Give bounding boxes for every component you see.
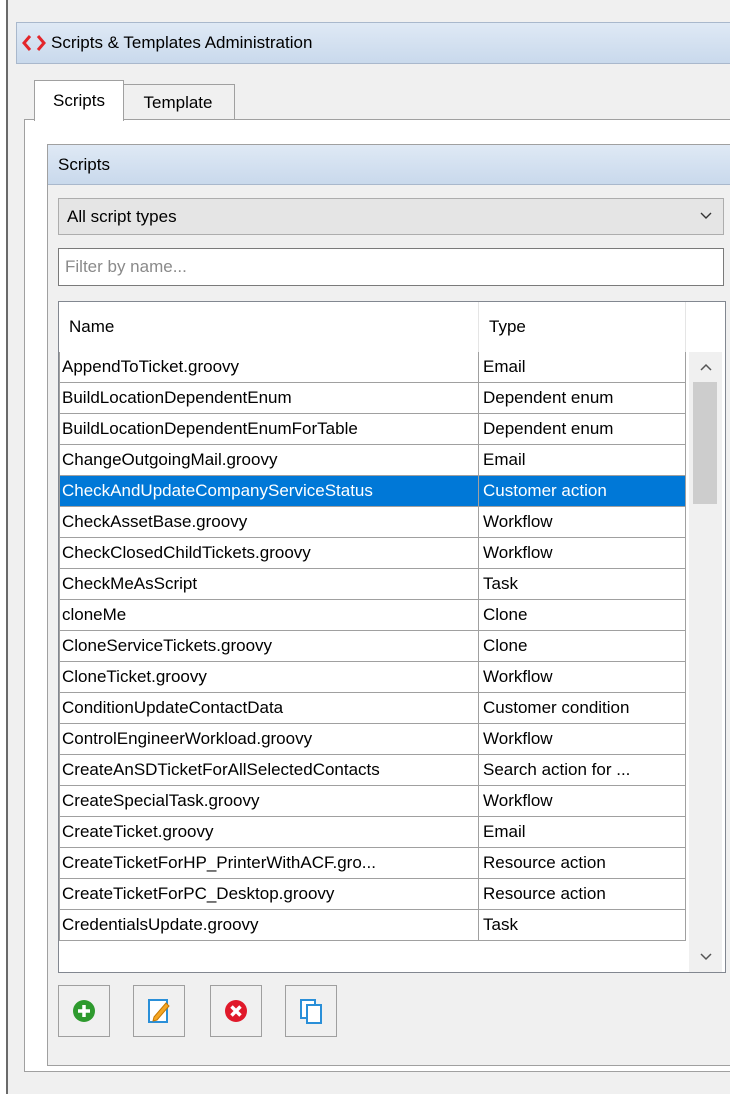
group-title: Scripts [48, 145, 730, 185]
script-type-cell: Workflow [479, 662, 686, 693]
vertical-scrollbar[interactable] [689, 352, 722, 972]
table-row[interactable]: CreateSpecialTask.groovy Workflow [59, 786, 686, 817]
script-type-cell: Email [479, 352, 686, 383]
column-header-name[interactable]: Name [59, 302, 479, 352]
table-header: Name Type [59, 302, 725, 352]
script-type-cell: Email [479, 445, 686, 476]
script-name-cell: BuildLocationDependentEnumForTable [59, 414, 479, 445]
script-type-cell: Clone [479, 631, 686, 662]
copy-script-button[interactable] [285, 985, 337, 1037]
window-title: Scripts & Templates Administration [51, 33, 313, 52]
script-name-cell: CheckAndUpdateCompanyServiceStatus [59, 476, 479, 507]
script-type-cell: Dependent enum [479, 414, 686, 445]
script-type-cell: Customer action [479, 476, 686, 507]
script-name-cell: CredentialsUpdate.groovy [59, 910, 479, 941]
delete-script-button[interactable] [210, 985, 262, 1037]
table-row[interactable]: CreateTicket.groovy Email [59, 817, 686, 848]
script-name-cell: CloneServiceTickets.groovy [59, 631, 479, 662]
table-row[interactable]: CheckAndUpdateCompanyServiceStatus Custom… [59, 476, 686, 507]
script-type-select[interactable]: All script types [58, 198, 724, 235]
table-body: AppendToTicket.groovy Email BuildLocationD… [59, 352, 686, 941]
table-row[interactable]: ControlEngineerWorkload.groovy Workflow [59, 724, 686, 755]
name-filter-input[interactable] [58, 248, 724, 286]
code-brackets-logo-icon [17, 23, 51, 63]
table-row[interactable]: BuildLocationDependentEnum Dependent enum [59, 383, 686, 414]
script-name-cell: CreateTicket.groovy [59, 817, 479, 848]
script-type-cell: Email [479, 817, 686, 848]
table-row[interactable]: CreateAnSDTicketForAllSelectedContacts Se… [59, 755, 686, 786]
script-name-cell: ConditionUpdateContactData [59, 693, 479, 724]
table-row[interactable]: CreateTicketForHP_PrinterWithACF.gro... R… [59, 848, 686, 879]
script-name-cell: ControlEngineerWorkload.groovy [59, 724, 479, 755]
script-type-cell: Task [479, 910, 686, 941]
script-type-cell: Workflow [479, 507, 686, 538]
copy-icon [300, 999, 322, 1024]
script-name-cell: AppendToTicket.groovy [59, 352, 479, 383]
delete-icon [225, 1000, 247, 1022]
table-row[interactable]: CheckClosedChildTickets.groovy Workflow [59, 538, 686, 569]
edit-script-button[interactable] [133, 985, 185, 1037]
script-name-cell: CreateSpecialTask.groovy [59, 786, 479, 817]
add-script-button[interactable] [58, 985, 110, 1037]
table-row[interactable]: CreateTicketForPC_Desktop.groovy Resource… [59, 879, 686, 910]
script-name-cell: CreateTicketForPC_Desktop.groovy [59, 879, 479, 910]
script-name-cell: CreateAnSDTicketForAllSelectedContacts [59, 755, 479, 786]
tab-strip: Scripts Template [24, 80, 730, 121]
table-row[interactable]: CheckAssetBase.groovy Workflow [59, 507, 686, 538]
script-type-cell: Clone [479, 600, 686, 631]
table-row[interactable]: CheckMeAsScript Task [59, 569, 686, 600]
scripts-tab-panel: Scripts All script types Name Type Appen… [24, 119, 730, 1072]
table-row[interactable]: ChangeOutgoingMail.groovy Email [59, 445, 686, 476]
script-name-cell: CheckClosedChildTickets.groovy [59, 538, 479, 569]
script-name-cell: CheckAssetBase.groovy [59, 507, 479, 538]
script-type-cell: Workflow [479, 538, 686, 569]
table-row[interactable]: CredentialsUpdate.groovy Task [59, 910, 686, 941]
scrollbar-thumb[interactable] [693, 382, 717, 504]
table-row[interactable]: CloneTicket.groovy Workflow [59, 662, 686, 693]
script-type-selected-value: All script types [67, 206, 177, 226]
script-name-cell: ChangeOutgoingMail.groovy [59, 445, 479, 476]
script-type-cell: Task [479, 569, 686, 600]
chevron-down-icon [700, 212, 712, 219]
script-name-cell: CreateTicketForHP_PrinterWithACF.gro... [59, 848, 479, 879]
add-icon [73, 1000, 95, 1022]
script-type-cell: Dependent enum [479, 383, 686, 414]
scripts-group: Scripts All script types Name Type Appen… [47, 144, 730, 1066]
table-row[interactable]: CloneServiceTickets.groovy Clone [59, 631, 686, 662]
script-type-cell: Search action for ... [479, 755, 686, 786]
table-row[interactable]: cloneMe Clone [59, 600, 686, 631]
script-type-cell: Workflow [479, 724, 686, 755]
script-type-cell: Resource action [479, 879, 686, 910]
script-name-cell: BuildLocationDependentEnum [59, 383, 479, 414]
script-type-cell: Customer condition [479, 693, 686, 724]
scripts-templates-window: Scripts & Templates Administration Scrip… [6, 0, 730, 1094]
scroll-down-icon[interactable] [689, 942, 722, 972]
scripts-table: Name Type AppendToTicket.groovy Email Buil… [58, 301, 726, 973]
table-row[interactable]: BuildLocationDependentEnumForTable Depend… [59, 414, 686, 445]
script-type-cell: Resource action [479, 848, 686, 879]
edit-icon [148, 999, 170, 1023]
table-row[interactable]: ConditionUpdateContactData Customer condi… [59, 693, 686, 724]
table-row[interactable]: AppendToTicket.groovy Email [59, 352, 686, 383]
script-name-cell: cloneMe [59, 600, 479, 631]
script-name-cell: CheckMeAsScript [59, 569, 479, 600]
window-titlebar: Scripts & Templates Administration [16, 22, 730, 64]
tab-scripts[interactable]: Scripts [34, 80, 124, 121]
scroll-up-icon[interactable] [689, 352, 722, 382]
script-name-cell: CloneTicket.groovy [59, 662, 479, 693]
tab-template[interactable]: Template [122, 84, 235, 121]
script-type-cell: Workflow [479, 786, 686, 817]
column-header-type[interactable]: Type [479, 302, 686, 352]
